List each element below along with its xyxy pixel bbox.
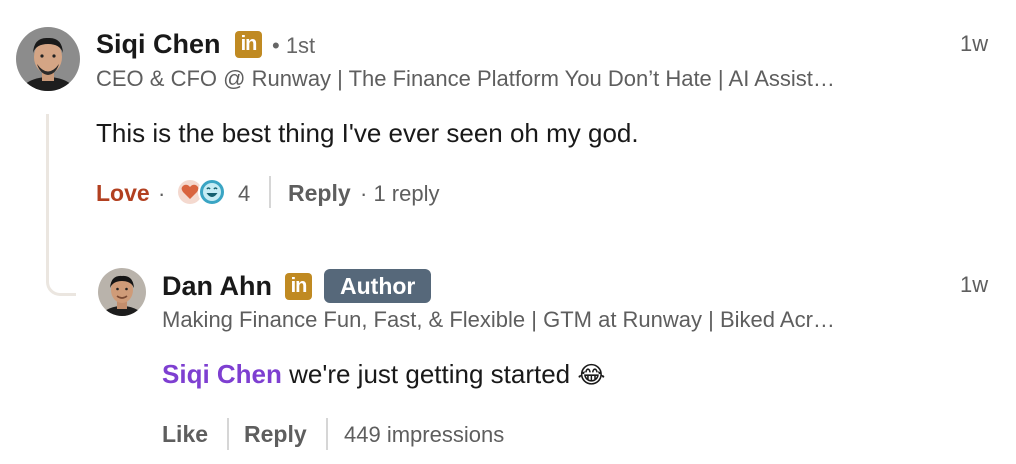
- reply-button[interactable]: Reply: [244, 421, 307, 448]
- impressions-count: 449 impressions: [344, 422, 505, 447]
- avatar-dan-ahn[interactable]: [98, 268, 146, 316]
- like-button[interactable]: Like: [162, 421, 208, 448]
- reaction-icons[interactable]: [174, 176, 230, 208]
- action-divider: [227, 418, 229, 450]
- commenter-headline[interactable]: CEO & CFO @ Runway | The Finance Platfor…: [96, 66, 835, 92]
- linkedin-icon: in: [235, 31, 262, 58]
- replies-count-link[interactable]: · 1 reply: [360, 181, 439, 207]
- reply-body-text: we're just getting started: [281, 359, 571, 389]
- reaction-count[interactable]: 4: [238, 181, 250, 207]
- reply-author-headline[interactable]: Making Finance Fun, Fast, & Flexible | G…: [162, 307, 835, 333]
- laughing-emoji-icon: 😂: [577, 362, 606, 389]
- reaction-love-button[interactable]: Love: [96, 180, 150, 207]
- commenter-name[interactable]: Siqi Chen: [96, 29, 221, 60]
- linkedin-icon: in: [285, 273, 312, 300]
- action-divider: [326, 418, 328, 450]
- author-badge: Author: [324, 269, 432, 303]
- thread-connector-line: [46, 114, 76, 296]
- reply-button[interactable]: Reply: [288, 180, 351, 207]
- reply-text: Siqi Chen we're just getting started 😂: [162, 359, 605, 390]
- reply-timestamp: 1w: [960, 272, 989, 297]
- connection-degree: • 1st: [272, 33, 316, 58]
- reaction-separator: ·: [158, 181, 166, 206]
- comment-text: This is the best thing I've ever seen oh…: [96, 118, 639, 148]
- reply-author-name[interactable]: Dan Ahn: [162, 271, 272, 302]
- mention-link[interactable]: Siqi Chen: [162, 359, 282, 389]
- avatar-siqi-chen[interactable]: [16, 27, 80, 91]
- action-divider: [269, 176, 271, 208]
- laugh-reaction-icon: [198, 178, 226, 206]
- comment-timestamp: 1w: [960, 31, 989, 56]
